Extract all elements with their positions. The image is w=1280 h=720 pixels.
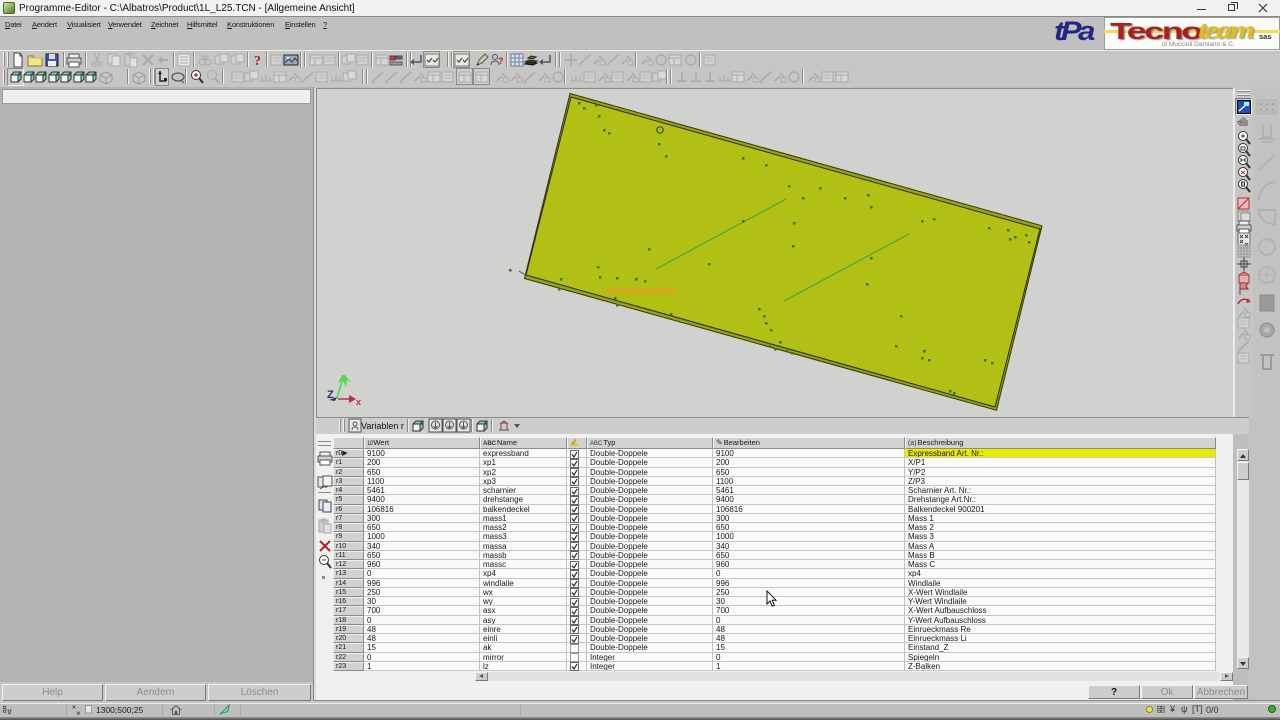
- svg-text:x: x: [356, 397, 361, 407]
- svg-text:?: ?: [254, 54, 261, 68]
- svg-text:?: ?: [498, 56, 504, 66]
